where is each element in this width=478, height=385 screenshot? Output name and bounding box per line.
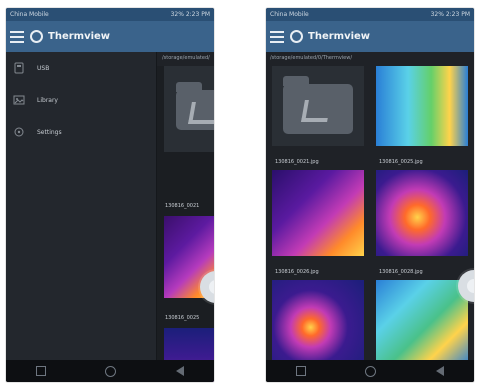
app-bar: Thermview bbox=[266, 21, 474, 52]
folder-icon bbox=[176, 82, 214, 130]
drawer-item-label: Library bbox=[37, 96, 58, 104]
home-icon[interactable] bbox=[105, 365, 117, 377]
home-icon[interactable] bbox=[365, 365, 377, 377]
thumb-caption: 130816_0025.jpg bbox=[379, 159, 423, 165]
drawer-item-settings[interactable]: Settings bbox=[6, 116, 156, 148]
status-right-text: 32% 2:23 PM bbox=[170, 11, 210, 18]
thermal-thumb bbox=[272, 280, 364, 366]
app-logo-icon bbox=[30, 30, 43, 43]
android-navbar bbox=[6, 360, 214, 382]
app-title: Thermview bbox=[308, 31, 371, 42]
back-arrow-icon bbox=[188, 102, 214, 124]
status-bar: China Mobile 32% 2:23 PM bbox=[6, 8, 214, 21]
phone-right: China Mobile 32% 2:23 PM Thermview /stor… bbox=[266, 8, 474, 382]
folder-icon bbox=[283, 76, 353, 134]
recent-apps-icon[interactable] bbox=[295, 366, 306, 376]
menu-icon[interactable] bbox=[10, 30, 24, 43]
android-navbar bbox=[266, 360, 474, 382]
path-text: /storage/emulated/0/Thermview/ bbox=[270, 55, 353, 61]
thermal-thumb bbox=[376, 280, 468, 366]
back-icon[interactable] bbox=[176, 366, 185, 376]
usb-icon bbox=[14, 62, 24, 74]
gallery-item[interactable]: 130816_0026.jpg bbox=[272, 269, 364, 366]
thermal-thumb[interactable] bbox=[376, 66, 468, 146]
thumb-caption: 130816_0021.jpg bbox=[275, 159, 319, 165]
path-text: /storage/emulated/ bbox=[162, 55, 210, 61]
nav-drawer: USB Library Settings bbox=[6, 52, 157, 360]
gallery-item[interactable]: 130816_0021.jpg bbox=[272, 159, 364, 256]
folder-tile[interactable] bbox=[164, 66, 214, 152]
folder-tile[interactable] bbox=[272, 66, 364, 146]
drawer-item-label: Settings bbox=[37, 128, 62, 136]
back-arrow-icon bbox=[301, 100, 331, 122]
drawer-item-usb[interactable]: USB bbox=[6, 52, 156, 84]
thumb-caption: 130816_0026.jpg bbox=[275, 269, 319, 275]
carrier-text: China Mobile bbox=[270, 11, 309, 18]
settings-icon bbox=[14, 127, 24, 137]
gallery-grid: 130816_0021.jpg 130816_0025.jpg 130816_0… bbox=[272, 66, 474, 366]
thumb-caption: 130816_0025 bbox=[165, 315, 200, 321]
app-title: Thermview bbox=[48, 31, 111, 42]
thumb-caption: 130816_0028.jpg bbox=[379, 269, 423, 275]
recent-apps-icon[interactable] bbox=[35, 366, 46, 376]
phone-left: China Mobile 32% 2:23 PM Thermview /stor… bbox=[6, 8, 214, 382]
app-logo-icon bbox=[290, 30, 303, 43]
status-right-text: 32% 2:23 PM bbox=[430, 11, 470, 18]
library-icon bbox=[13, 95, 25, 105]
drawer-item-label: USB bbox=[37, 64, 50, 72]
status-bar: China Mobile 32% 2:23 PM bbox=[266, 8, 474, 21]
gallery-item[interactable]: 130816_0028.jpg bbox=[376, 269, 468, 366]
app-bar: Thermview bbox=[6, 21, 214, 52]
thumb-caption: 130816_0021 bbox=[165, 203, 200, 209]
gallery-item[interactable]: 130816_0025.jpg bbox=[376, 159, 468, 256]
carrier-text: China Mobile bbox=[10, 11, 49, 18]
path-bar: /storage/emulated/0/Thermview/ bbox=[266, 52, 474, 65]
thermal-thumb bbox=[272, 170, 364, 256]
menu-icon[interactable] bbox=[270, 30, 284, 43]
back-icon[interactable] bbox=[436, 366, 445, 376]
thermal-thumb bbox=[376, 170, 468, 256]
gallery-peek: 130816_0021 130816_0025 bbox=[156, 66, 214, 382]
drawer-item-library[interactable]: Library bbox=[6, 84, 156, 116]
